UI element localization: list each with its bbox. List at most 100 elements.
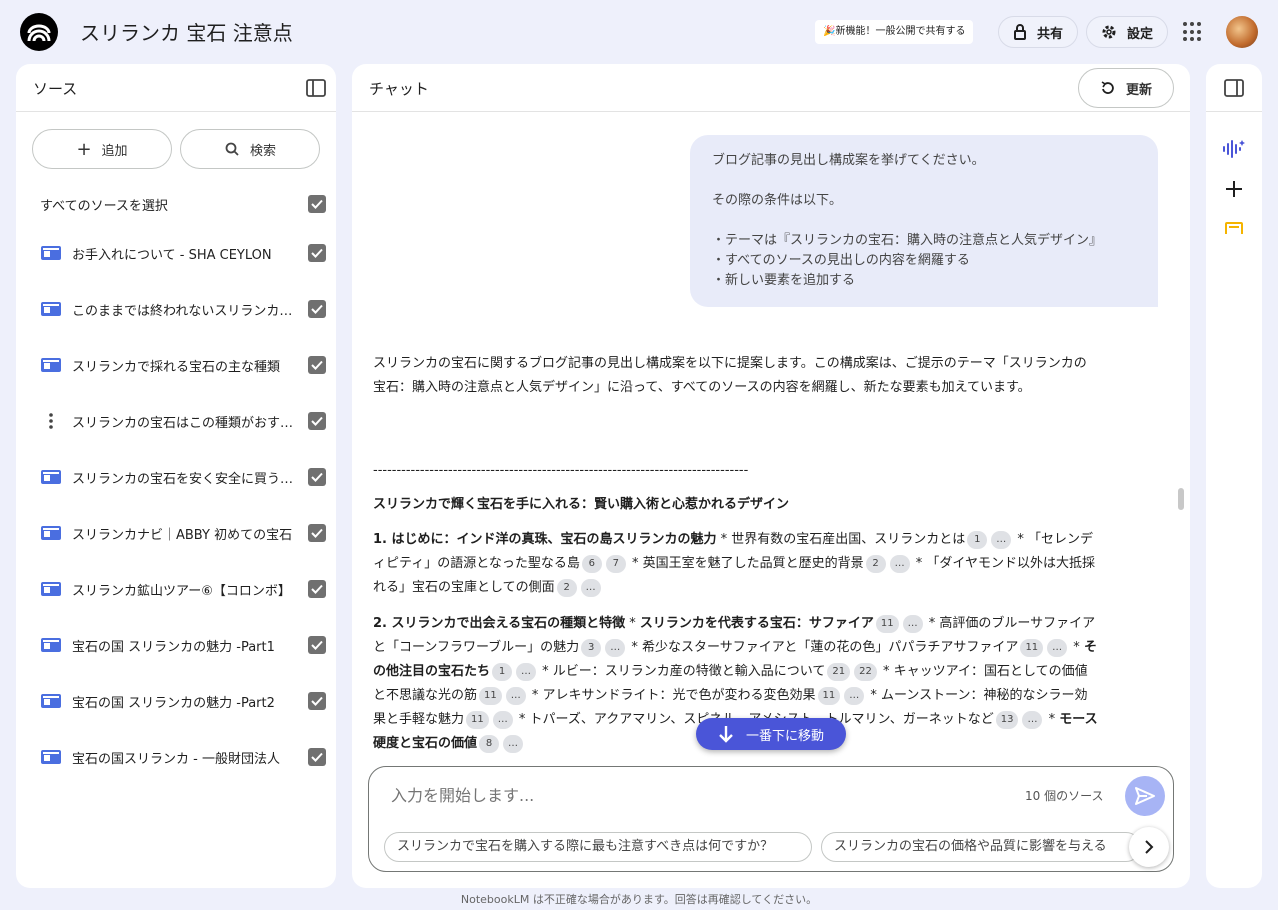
- source-item[interactable]: スリランカの宝石を安く安全に買う方法: [40, 459, 326, 495]
- source-item[interactable]: スリランカの宝石はこの種類がおすすめ: [40, 403, 326, 439]
- citation-chip[interactable]: 21: [827, 662, 851, 681]
- search-source-button[interactable]: 検索: [180, 129, 320, 169]
- source-checkbox[interactable]: [308, 636, 326, 654]
- add-note-icon[interactable]: [1225, 180, 1243, 198]
- note-icon[interactable]: [1225, 222, 1243, 234]
- new-feature-badge[interactable]: 🎉新機能！一般公開で共有する: [815, 20, 974, 44]
- suggestion-chip[interactable]: スリランカで宝石を購入する際に最も注意すべき点は何ですか？: [384, 832, 812, 862]
- citation-chip[interactable]: …: [605, 638, 626, 657]
- citation-chip[interactable]: …: [902, 614, 923, 633]
- chat-input[interactable]: [391, 781, 991, 809]
- source-item[interactable]: お手入れについて - SHA CEYLON: [40, 235, 326, 271]
- citation-chip[interactable]: 11: [1020, 638, 1044, 657]
- select-all-row[interactable]: すべてのソースを選択: [40, 186, 326, 222]
- select-all-label: すべてのソースを選択: [40, 198, 168, 214]
- citation-chip[interactable]: …: [889, 554, 910, 573]
- citation-chip[interactable]: 8: [479, 734, 500, 753]
- user-message: ブログ記事の見出し構成案を挙げてください。 その際の条件は以下。 ・テーマは『ス…: [690, 135, 1158, 307]
- audio-overview-icon[interactable]: [1222, 139, 1246, 159]
- plus-icon: +: [76, 138, 92, 160]
- source-item[interactable]: 宝石の国 スリランカの魅力 -Part1: [40, 627, 326, 663]
- source-checkbox[interactable]: [308, 524, 326, 542]
- source-item-label: スリランカ鉱山ツアー⑥【コロンボ】: [72, 583, 291, 599]
- source-item[interactable]: スリランカで採れる宝石の主な種類: [40, 347, 326, 383]
- citation-chip[interactable]: 11: [466, 710, 489, 729]
- chevron-right-icon: [1145, 840, 1154, 854]
- response-section-1: 1. はじめに：インド洋の真珠、宝石の島スリランカの魅力 * 世界有数の宝石産出…: [373, 530, 1095, 597]
- source-item-label: スリランカで採れる宝石の主な種類: [72, 359, 281, 375]
- select-all-checkbox[interactable]: [308, 195, 326, 213]
- citation-chip[interactable]: …: [516, 662, 537, 681]
- source-checkbox[interactable]: [308, 300, 326, 318]
- citation-chip[interactable]: 7: [605, 554, 626, 573]
- source-item[interactable]: スリランカナビ｜ABBY 初めての宝石: [40, 515, 326, 551]
- response-headline: スリランカで輝く宝石を手に入れる：賢い購入術と心惹かれるデザイン: [373, 497, 790, 512]
- doc-icon: [40, 245, 62, 261]
- citation-chip[interactable]: …: [580, 578, 601, 597]
- refresh-button[interactable]: 更新: [1078, 68, 1174, 108]
- source-item-label: スリランカナビ｜ABBY 初めての宝石: [72, 527, 293, 543]
- share-button[interactable]: 共有: [998, 16, 1079, 48]
- citation-chip[interactable]: 11: [817, 686, 841, 705]
- avatar[interactable]: [1226, 16, 1258, 48]
- citation-chip[interactable]: …: [505, 686, 526, 705]
- collapse-panel-icon[interactable]: [306, 79, 326, 97]
- source-item-label: 宝石の国スリランカ - 一般財団法人: [72, 751, 280, 767]
- response-intro: スリランカの宝石に関するブログ記事の見出し構成案を以下に提案します。この構成案は…: [373, 356, 1087, 395]
- citation-chip[interactable]: 3: [581, 638, 602, 657]
- more-vert-icon: [40, 413, 62, 429]
- source-checkbox[interactable]: [308, 412, 326, 430]
- citation-chip[interactable]: …: [1047, 638, 1068, 657]
- scroll-to-bottom-button[interactable]: 一番下に移動: [696, 718, 846, 750]
- source-item[interactable]: 宝石の国スリランカ - 一般財団法人: [40, 739, 326, 775]
- citation-chip[interactable]: 2: [865, 554, 886, 573]
- source-item[interactable]: 宝石の国 スリランカの魅力 -Part2: [40, 683, 326, 719]
- citation-chip[interactable]: 2: [556, 578, 577, 597]
- citation-chip[interactable]: 6: [581, 554, 602, 573]
- source-checkbox[interactable]: [308, 748, 326, 766]
- apps-grid-icon[interactable]: [1183, 22, 1203, 42]
- send-icon: [1135, 787, 1155, 805]
- citation-chip[interactable]: …: [844, 686, 865, 705]
- citation-chip[interactable]: …: [492, 710, 513, 729]
- add-label: 追加: [101, 143, 128, 159]
- sources-title: ソース: [33, 80, 78, 98]
- source-item-label: このままでは終われないスリランカ宝石: [72, 303, 296, 319]
- notebooklm-logo-icon[interactable]: [20, 13, 58, 51]
- citation-chip[interactable]: …: [503, 734, 524, 753]
- source-checkbox[interactable]: [308, 692, 326, 710]
- settings-button[interactable]: 設定: [1086, 16, 1169, 48]
- doc-icon: [40, 469, 62, 485]
- citation-chip[interactable]: 1: [492, 662, 513, 681]
- citation-chip[interactable]: …: [1022, 710, 1043, 729]
- citation-chip[interactable]: 1: [967, 530, 988, 549]
- notebook-title[interactable]: スリランカ 宝石 注意点: [80, 17, 293, 46]
- chat-header: チャット 更新: [352, 64, 1190, 112]
- add-source-button[interactable]: + 追加: [32, 129, 172, 169]
- source-checkbox[interactable]: [308, 244, 326, 262]
- share-label: 共有: [1037, 26, 1064, 42]
- user-message-line: [712, 171, 1136, 191]
- source-item-label: スリランカの宝石を安く安全に買う方法: [72, 471, 296, 487]
- citation-chip[interactable]: 22: [854, 662, 877, 681]
- citation-chip[interactable]: 13: [995, 710, 1019, 729]
- next-suggestions-button[interactable]: [1129, 827, 1169, 867]
- source-checkbox[interactable]: [308, 468, 326, 486]
- source-checkbox[interactable]: [308, 580, 326, 598]
- source-checkbox[interactable]: [308, 356, 326, 374]
- send-button[interactable]: [1125, 776, 1165, 816]
- expand-panel-icon[interactable]: [1224, 79, 1244, 97]
- doc-icon: [40, 301, 62, 317]
- citation-chip[interactable]: 11: [479, 686, 502, 705]
- user-message-line: ブログ記事の見出し構成案を挙げてください。: [712, 153, 985, 168]
- citation-chip[interactable]: …: [991, 530, 1012, 549]
- doc-icon: [40, 357, 62, 373]
- scrollbar-thumb[interactable]: [1178, 488, 1184, 510]
- suggestion-chip[interactable]: スリランカの宝石の価格や品質に影響を与える: [821, 832, 1141, 862]
- lock-icon: [1014, 24, 1026, 40]
- source-item[interactable]: スリランカ鉱山ツアー⑥【コロンボ】: [40, 571, 326, 607]
- citation-chip[interactable]: 11: [875, 614, 899, 633]
- source-item-label: 宝石の国 スリランカの魅力 -Part1: [72, 639, 275, 655]
- response-divider: ----------------------------------------…: [373, 463, 749, 478]
- source-item[interactable]: このままでは終われないスリランカ宝石: [40, 291, 326, 327]
